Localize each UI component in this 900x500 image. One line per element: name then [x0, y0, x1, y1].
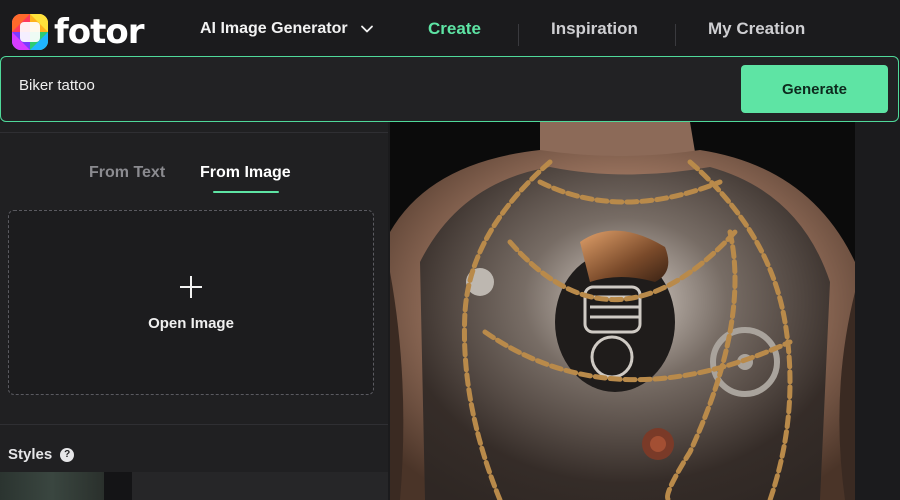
- styles-label: Styles: [8, 446, 53, 463]
- fotor-logo-icon: [12, 14, 48, 50]
- ai-image-generator-menu[interactable]: AI Image Generator: [200, 0, 374, 58]
- open-image-dropzone[interactable]: Open Image: [8, 210, 374, 395]
- nav-inspiration[interactable]: Inspiration: [551, 0, 638, 58]
- active-tab-indicator: [213, 191, 279, 193]
- divider: [0, 424, 388, 425]
- nav-divider: [675, 24, 676, 46]
- style-thumbnail[interactable]: [0, 472, 104, 500]
- style-thumbnails: [0, 472, 388, 500]
- open-image-label: Open Image: [148, 315, 234, 332]
- top-nav: fotor AI Image Generator Create Inspirat…: [0, 0, 900, 58]
- help-icon[interactable]: ?: [60, 447, 75, 462]
- styles-heading: Styles ?: [8, 446, 75, 463]
- nav-divider: [518, 24, 519, 46]
- fotor-logo[interactable]: fotor: [12, 12, 145, 52]
- divider: [0, 132, 388, 133]
- plus-icon: [179, 275, 203, 299]
- nav-create[interactable]: Create: [428, 0, 481, 58]
- biker-tattoo-image: [390, 122, 855, 500]
- generated-image[interactable]: [390, 122, 855, 500]
- generate-button[interactable]: Generate: [741, 65, 888, 113]
- prompt-input[interactable]: [19, 77, 619, 94]
- style-thumbnail[interactable]: [104, 472, 132, 500]
- brand-name: fotor: [54, 12, 145, 52]
- ai-image-generator-label: AI Image Generator: [200, 20, 348, 37]
- left-panel: From Text From Image Open Image Styles ?: [0, 122, 388, 500]
- style-thumbnail[interactable]: [132, 472, 388, 500]
- chevron-down-icon: [360, 25, 373, 33]
- tab-from-text[interactable]: From Text: [89, 164, 165, 182]
- prompt-bar: Generate: [0, 56, 899, 122]
- tab-from-image[interactable]: From Image: [200, 164, 291, 182]
- right-gutter: [855, 122, 900, 500]
- nav-my-creation[interactable]: My Creation: [708, 0, 805, 58]
